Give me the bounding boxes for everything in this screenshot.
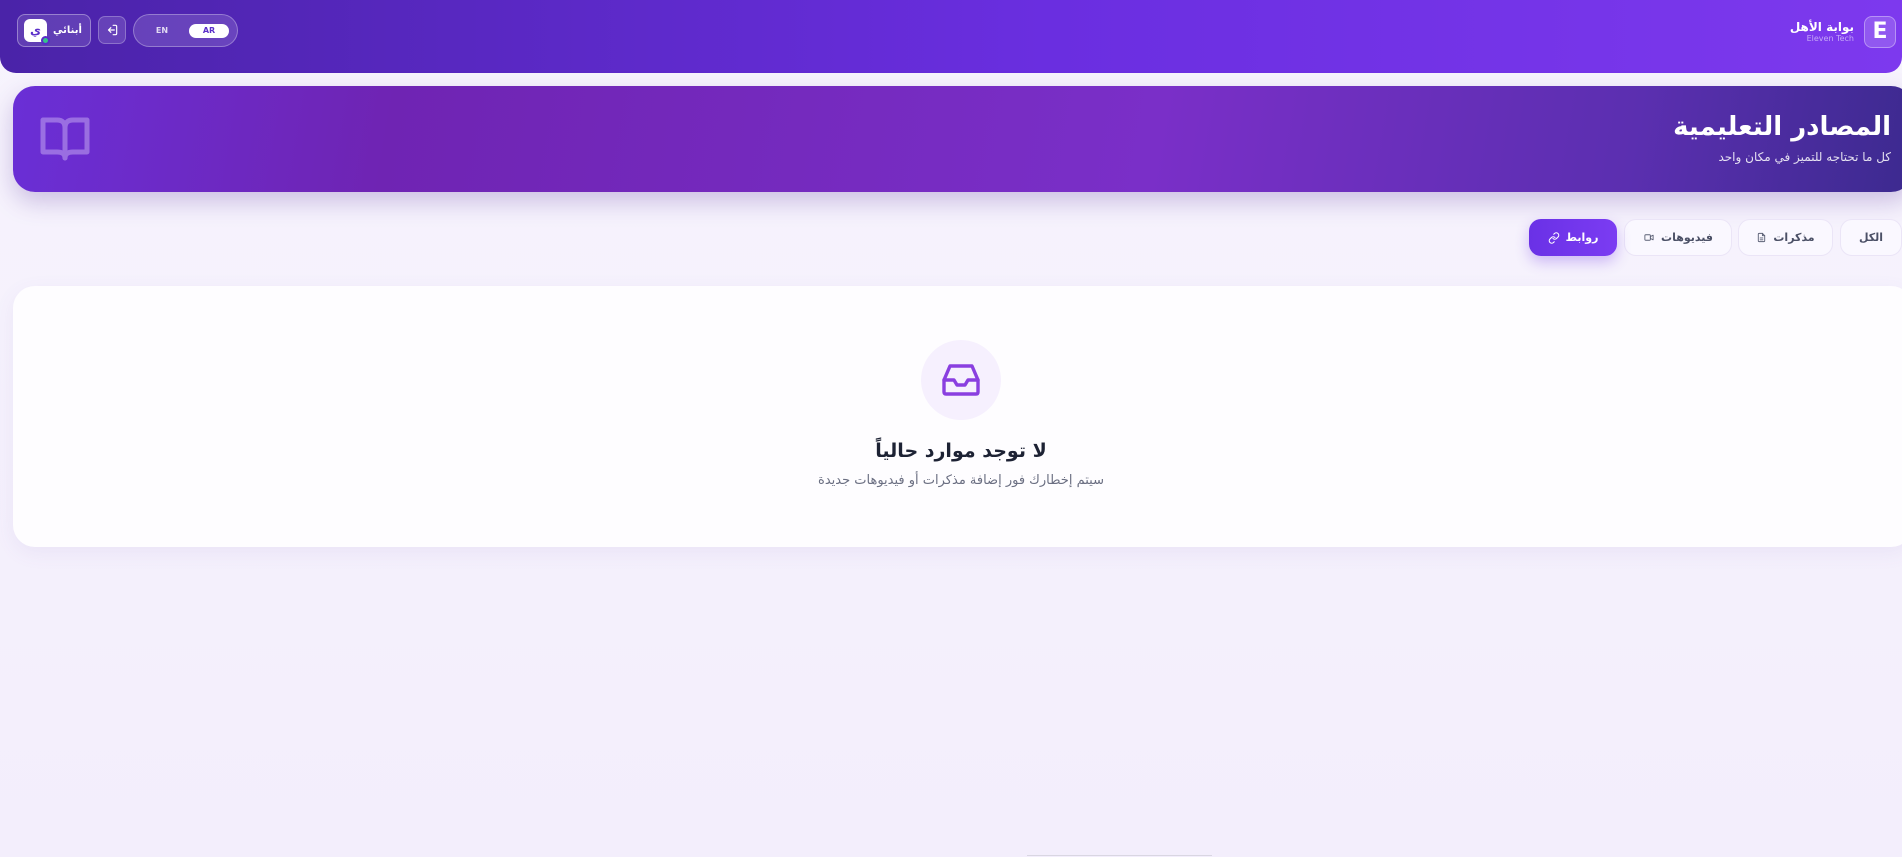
top-bar: بوابة الأهل Eleven Tech E ي أبنائي EN AR (0, 0, 1902, 73)
brand-subtitle: Eleven Tech (1806, 34, 1854, 43)
avatar: ي (24, 19, 50, 45)
tab-label: فيديوهات (1661, 231, 1713, 244)
hero-banner: المصادر التعليمية كل ما تحتاجه للتميز في… (13, 86, 1902, 192)
language-toggle[interactable]: EN AR (133, 14, 238, 47)
brand-logo: E (1864, 16, 1896, 48)
logout-button[interactable] (98, 16, 126, 44)
user-name: أبنائي (53, 25, 82, 36)
lang-option-en[interactable]: EN (142, 24, 182, 38)
resources-panel: لا توجد موارد حالياً سيتم إخطارك فور إضا… (13, 286, 1902, 547)
logout-icon (107, 24, 118, 36)
avatar-initial: ي (30, 23, 41, 37)
tab-label: مذكرات (1773, 231, 1815, 244)
page-subtitle: كل ما تحتاجه للتميز في مكان واحد (1718, 150, 1891, 164)
empty-state-subtitle: سيتم إخطارك فور إضافة مذكرات أو فيديوهات… (818, 473, 1104, 488)
page: بوابة الأهل Eleven Tech E ي أبنائي EN AR (0, 0, 1902, 857)
online-status-dot (41, 36, 50, 45)
brand[interactable]: بوابة الأهل Eleven Tech E (1790, 14, 1896, 50)
link-icon (1548, 231, 1559, 244)
brand-title: بوابة الأهل (1789, 20, 1854, 34)
brand-text: بوابة الأهل Eleven Tech (1790, 20, 1854, 44)
file-icon (1758, 232, 1766, 243)
video-icon (1644, 234, 1654, 241)
inbox-icon (942, 364, 980, 396)
page-title: المصادر التعليمية (1673, 112, 1891, 142)
empty-state-title: لا توجد موارد حالياً (875, 440, 1047, 462)
tab-videos[interactable]: فيديوهات (1624, 219, 1732, 256)
user-menu[interactable]: ي أبنائي (17, 14, 91, 47)
book-open-icon (40, 117, 90, 161)
tab-links[interactable]: روابط (1529, 219, 1617, 256)
tab-notes[interactable]: مذكرات (1738, 219, 1833, 256)
tab-all[interactable]: الكل (1840, 219, 1902, 256)
tab-label: الكل (1858, 231, 1884, 244)
lang-option-ar[interactable]: AR (189, 23, 229, 38)
bottom-divider (1027, 855, 1212, 856)
empty-state-icon-wrap (921, 340, 1001, 420)
tab-label: روابط (1565, 231, 1599, 244)
